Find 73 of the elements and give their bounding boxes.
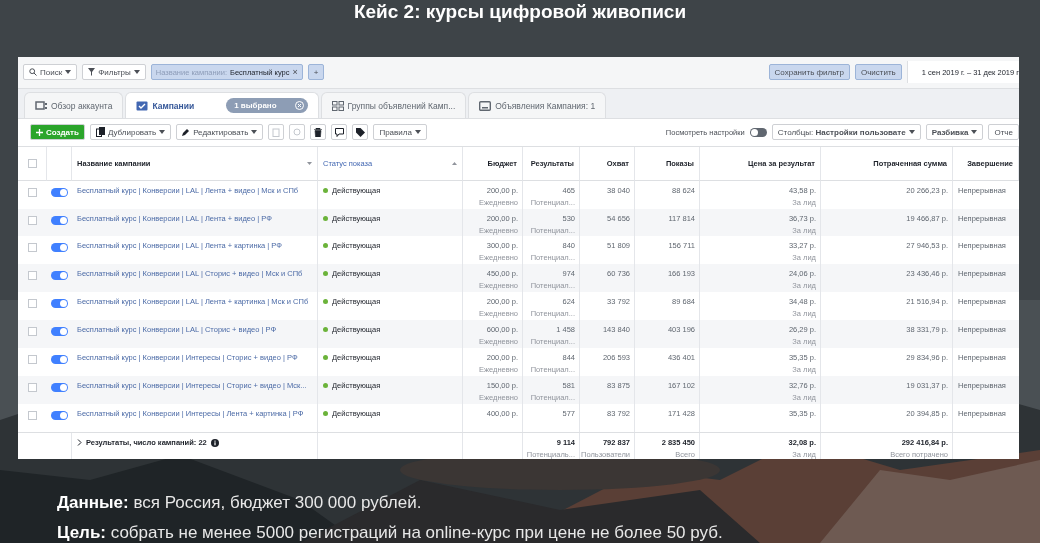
caret-icon	[159, 130, 166, 135]
add-filter-button[interactable]: +	[307, 64, 325, 81]
description-text: Данные: вся Россия, бюджет 300 000 рублей.	[57, 493, 423, 513]
toggle-switch[interactable]	[51, 215, 68, 225]
checkbox[interactable]	[28, 243, 37, 253]
checkbox[interactable]	[28, 383, 37, 393]
caret-icon	[414, 130, 421, 135]
caret-icon	[133, 70, 140, 75]
monitor-icon	[479, 100, 492, 111]
edit-button[interactable]: Редактировать	[176, 124, 264, 141]
status-dot	[323, 327, 328, 333]
trash-icon[interactable]	[310, 124, 327, 141]
toggle-switch[interactable]	[51, 243, 68, 253]
search-icon	[29, 68, 37, 77]
rules-button[interactable]: Правила	[373, 124, 427, 141]
status-dot	[323, 187, 328, 193]
page-title: Кейс 2: курсы цифровой живописи	[353, 0, 687, 24]
toggle-switch[interactable]	[51, 299, 68, 309]
sort-up-icon	[452, 161, 457, 165]
checkbox[interactable]	[28, 271, 37, 281]
toggle-switch[interactable]	[51, 383, 68, 393]
status-dot	[323, 243, 328, 249]
status-dot	[323, 411, 328, 417]
copy-icon	[95, 127, 105, 138]
monitor-icon	[35, 100, 47, 111]
caret-icon	[971, 130, 978, 135]
tab[interactable]: Кампании 1 выбрано	[125, 92, 319, 119]
caret-icon	[65, 70, 72, 75]
columns-button[interactable]: Столбцы: Настройки пользовате	[771, 124, 921, 141]
toggle-switch[interactable]	[51, 411, 68, 421]
checkbox[interactable]	[28, 299, 37, 309]
toggle-switch[interactable]	[51, 327, 68, 337]
search-button[interactable]: Поиск	[23, 64, 78, 81]
reports-button[interactable]: Отче	[988, 124, 1019, 141]
checkbox[interactable]	[28, 327, 37, 337]
toggle-switch[interactable]	[51, 271, 68, 281]
status-dot	[323, 383, 328, 389]
checkbox[interactable]	[28, 215, 37, 225]
caret-icon	[908, 130, 915, 135]
save-filter-button[interactable]: Сохранить фильтр	[768, 64, 850, 81]
tab[interactable]: Объявления Кампания: 1	[468, 92, 607, 119]
tag-icon[interactable]	[352, 124, 369, 141]
plus-icon	[36, 128, 43, 136]
caret-icon	[251, 130, 258, 135]
tab[interactable]: Группы объявлений Камп...	[320, 92, 467, 119]
checkbox[interactable]	[27, 158, 37, 168]
close-icon	[294, 101, 304, 111]
toggle-switch[interactable]	[749, 127, 767, 137]
breakdown-button[interactable]: Разбивка	[925, 124, 984, 141]
chevron-icon[interactable]	[77, 439, 82, 447]
checkbox[interactable]	[28, 355, 37, 365]
status-dot	[323, 355, 328, 361]
grid-icon	[331, 100, 344, 111]
chat-icon[interactable]	[331, 124, 348, 141]
pencil-icon	[182, 128, 191, 137]
checkbox[interactable]	[28, 187, 37, 197]
description-text: Цель: собрать не менее 5000 регистраций на online-курс при цене не более 50 руб.	[57, 523, 724, 543]
clipboard-icon[interactable]	[268, 124, 285, 141]
info-icon	[210, 438, 219, 447]
status-dot	[323, 215, 328, 221]
status-dot	[323, 299, 328, 305]
status-dot	[323, 271, 328, 277]
sort-down-icon	[307, 161, 312, 165]
checkbox[interactable]	[28, 411, 37, 421]
tab[interactable]: Обзор аккаунта	[24, 92, 124, 119]
filters-button[interactable]: Фильтры	[82, 64, 146, 81]
checkbox-icon	[136, 100, 149, 111]
funnel-icon	[88, 68, 96, 77]
clear-button[interactable]: Очистить	[854, 64, 902, 81]
remove-button[interactable]: ×	[292, 67, 298, 78]
duplicate-button[interactable]: Дублировать	[89, 124, 172, 141]
toggle-switch[interactable]	[51, 355, 68, 365]
toggle-switch[interactable]	[51, 187, 68, 197]
